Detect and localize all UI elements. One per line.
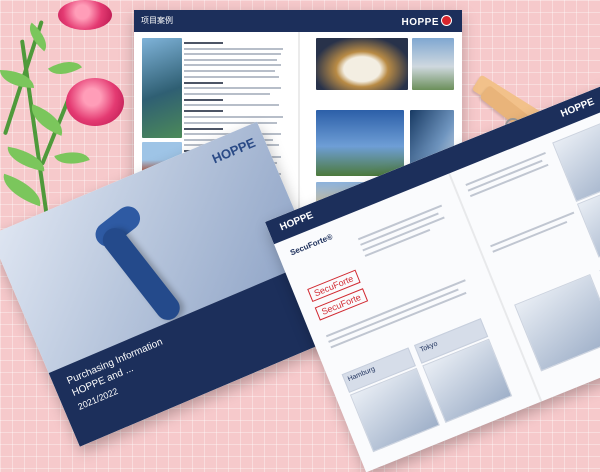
brochure-subtitle: SecuForte®: [288, 232, 334, 258]
booklet-title: 项目案例: [141, 16, 173, 25]
hand-lock-photo: [552, 117, 600, 202]
leaf: [54, 145, 90, 171]
building-photo: [142, 38, 182, 138]
handle-detail-photo: [514, 273, 600, 372]
leaf: [48, 53, 82, 83]
arena-photo: [316, 110, 404, 176]
rose-flower: [58, 0, 112, 30]
stadium-photo: [316, 38, 408, 90]
brand-dot-icon: [441, 15, 452, 26]
palm-building-photo: [412, 38, 454, 90]
leaf: [0, 70, 34, 88]
rose-flower: [66, 78, 124, 126]
booklet-brand-logo: HOPPE: [401, 15, 452, 28]
